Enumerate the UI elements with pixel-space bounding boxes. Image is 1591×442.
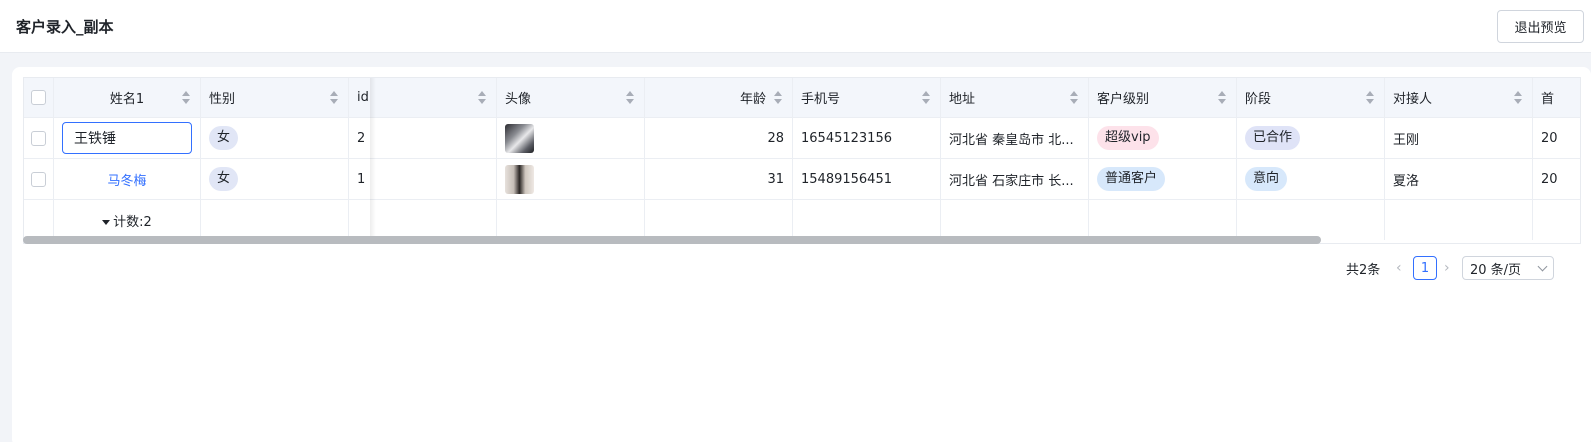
row-checkbox[interactable]: [31, 171, 46, 187]
contact-cell: 夏洛: [1385, 159, 1533, 199]
row-checkbox[interactable]: [31, 130, 46, 146]
sort-icon[interactable]: [774, 91, 782, 105]
column-header-label: 性别: [209, 92, 236, 107]
page-size-select[interactable]: 20 条/页: [1462, 256, 1554, 280]
column-header-level[interactable]: 客户级别: [1089, 78, 1237, 117]
pagination-total: 共2条: [1346, 262, 1381, 278]
scrollbar-thumb[interactable]: [23, 236, 1321, 244]
address-cell: 河北省 石家庄市 长...: [941, 159, 1089, 199]
column-header-avatar[interactable]: 头像: [497, 78, 645, 117]
column-header-label: 头像: [505, 92, 532, 107]
column-header-contact[interactable]: 对接人: [1385, 78, 1533, 117]
table-header-row: 姓名1 性别 id 头像 年龄 手机号 地址 客户级别 阶段 对接人 首: [24, 78, 1580, 118]
column-header-phone[interactable]: 手机号: [793, 78, 941, 117]
page-title: 客户录入_副本: [16, 18, 114, 36]
level-tag: 超级vip: [1097, 126, 1159, 150]
avatar[interactable]: [505, 123, 534, 153]
age-cell: 31: [645, 159, 793, 199]
level-cell: 普通客户: [1089, 159, 1237, 199]
column-header-age[interactable]: 年龄: [645, 78, 793, 117]
avatar[interactable]: [505, 164, 534, 194]
column-header-label: id: [357, 90, 369, 105]
level-cell: 超级vip: [1089, 118, 1237, 158]
exit-preview-button[interactable]: 退出预览: [1497, 10, 1584, 43]
phone-cell: 16545123156: [793, 118, 941, 158]
horizontal-scrollbar[interactable]: [23, 236, 1581, 244]
column-header-label: 客户级别: [1097, 92, 1150, 107]
phone-cell: 15489156451: [793, 159, 941, 199]
contact-cell: 王刚: [1385, 118, 1533, 158]
column-header-gender[interactable]: 性别: [201, 78, 349, 117]
select-all-cell: [24, 78, 54, 117]
age-cell: 28: [645, 118, 793, 158]
first-cell: 20: [1533, 159, 1580, 199]
table-row[interactable]: 马冬梅 女 1 31 15489156451 河北省 石家庄市 长... 普通客…: [24, 159, 1580, 200]
stage-cell: 已合作: [1237, 118, 1385, 158]
sort-icon[interactable]: [182, 91, 190, 105]
count-label: 计数:2: [113, 214, 152, 230]
caret-down-icon[interactable]: [102, 219, 111, 225]
top-bar: 客户录入_副本 退出预览: [0, 0, 1591, 53]
age-value: 28: [767, 130, 784, 146]
row-select-cell: [24, 118, 54, 158]
gender-tag: 女: [209, 167, 239, 191]
gender-cell: 女: [201, 159, 349, 199]
gender-cell: 女: [201, 118, 349, 158]
sort-icon[interactable]: [478, 91, 486, 105]
column-header-name[interactable]: 姓名1: [54, 78, 201, 117]
name-edit-input[interactable]: 王铁锤: [62, 122, 192, 154]
name-cell[interactable]: 王铁锤: [54, 118, 201, 158]
summary-empty-cell: [24, 200, 54, 240]
age-value: 31: [767, 171, 784, 187]
column-header-first[interactable]: 首: [1533, 78, 1580, 117]
next-page-icon[interactable]: ›: [1444, 256, 1450, 280]
stage-tag: 已合作: [1245, 126, 1301, 150]
page-number-button[interactable]: 1: [1413, 256, 1437, 280]
column-header-stage[interactable]: 阶段: [1237, 78, 1385, 117]
table-summary-row: 计数:2: [24, 200, 1580, 240]
column-header-address[interactable]: 地址: [941, 78, 1089, 117]
column-header-label: 阶段: [1245, 92, 1272, 107]
sort-icon[interactable]: [1218, 91, 1226, 105]
page-size-label: 20 条/页: [1470, 262, 1522, 278]
gender-tag: 女: [209, 126, 239, 150]
sort-icon[interactable]: [626, 91, 634, 105]
column-header-label: 年龄: [739, 92, 766, 107]
column-header-label: 首: [1541, 92, 1555, 107]
name-link[interactable]: 马冬梅: [62, 170, 192, 189]
avatar-cell: [497, 118, 645, 158]
table-row[interactable]: 王铁锤 女 2 28 16545123156 河北省 秦皇岛市 北... 超级v…: [24, 118, 1580, 159]
column-header-label: 对接人: [1393, 92, 1433, 107]
first-cell: 20: [1533, 118, 1580, 158]
sort-icon[interactable]: [1366, 91, 1374, 105]
column-header-label: 地址: [949, 92, 976, 107]
column-header-label: 手机号: [801, 92, 841, 107]
row-select-cell: [24, 159, 54, 199]
select-all-checkbox[interactable]: [31, 90, 46, 105]
prev-page-icon[interactable]: ‹: [1396, 256, 1402, 280]
stage-cell: 意向: [1237, 159, 1385, 199]
level-tag: 普通客户: [1097, 167, 1166, 191]
chevron-down-icon: [1537, 261, 1548, 271]
address-cell: 河北省 秦皇岛市 北...: [941, 118, 1089, 158]
sort-icon[interactable]: [1070, 91, 1078, 105]
name-cell[interactable]: 马冬梅: [54, 159, 201, 199]
column-header-label: 姓名1: [109, 92, 145, 107]
fixed-column-shadow: [370, 78, 376, 240]
stage-tag: 意向: [1245, 167, 1288, 191]
sort-icon[interactable]: [330, 91, 338, 105]
data-table: 姓名1 性别 id 头像 年龄 手机号 地址 客户级别 阶段 对接人 首 王铁锤…: [23, 77, 1581, 244]
avatar-cell: [497, 159, 645, 199]
summary-count-cell[interactable]: 计数:2: [54, 200, 201, 240]
sort-icon[interactable]: [922, 91, 930, 105]
sort-icon[interactable]: [1514, 91, 1522, 105]
